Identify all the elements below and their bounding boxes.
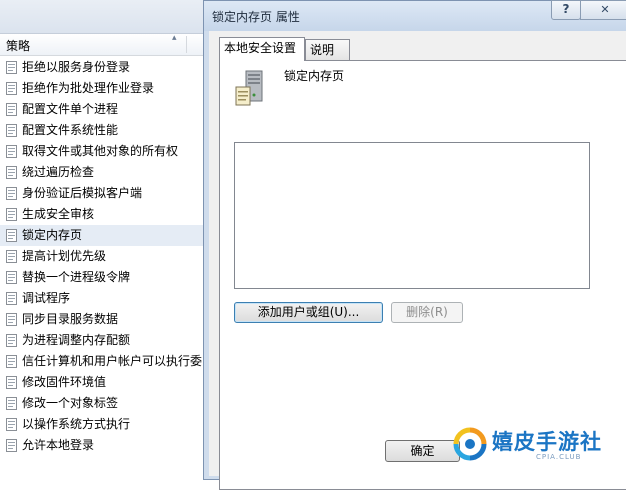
policy-label: 允许本地登录 — [22, 438, 95, 452]
policy-icon — [6, 292, 17, 305]
policy-label: 调试程序 — [22, 291, 71, 305]
policy-row[interactable]: 配置文件单个进程 — [0, 99, 206, 120]
tab-explain[interactable]: 说明 — [305, 39, 350, 61]
policy-icon — [6, 229, 17, 242]
policy-icon — [6, 313, 17, 326]
policy-label: 配置文件系统性能 — [22, 123, 119, 137]
policy-row[interactable]: 调试程序 — [0, 288, 206, 309]
policy-row[interactable]: 生成安全审核 — [0, 204, 206, 225]
properties-dialog: 锁定内存页 属性 ? ✕ 本地安全设置 说明 锁定内存页 添加用户或组(U)..… — [203, 0, 626, 490]
policy-icon — [6, 418, 17, 431]
policy-row[interactable]: 以操作系统方式执行 — [0, 414, 206, 435]
policy-list: 拒绝以服务身份登录拒绝作为批处理作业登录 配置文件单个进程 配置文件系统性能取得文件… — [0, 57, 206, 456]
policy-label: 信任计算机和用户帐户可以执行委 — [22, 354, 203, 368]
users-listbox[interactable] — [234, 142, 590, 289]
policy-row[interactable]: 配置文件系统性能 — [0, 120, 206, 141]
help-button[interactable]: ? — [551, 0, 581, 20]
column-divider[interactable] — [186, 36, 187, 53]
policy-label: 为进程调整内存配额 — [22, 333, 131, 347]
policy-icon — [6, 439, 17, 452]
add-user-or-group-button[interactable]: 添加用户或组(U)... — [234, 302, 383, 323]
policy-icon — [6, 397, 17, 410]
sort-ascending-icon: ▴ — [172, 33, 177, 43]
column-header-label: 策略 — [6, 39, 31, 53]
policy-row[interactable]: 取得文件或其他对象的所有权 — [0, 141, 206, 162]
policy-row[interactable]: 提高计划优先级 — [0, 246, 206, 267]
dialog-title: 锁定内存页 属性 — [212, 10, 300, 24]
close-button[interactable]: ✕ — [580, 0, 626, 20]
policy-icon — [6, 355, 17, 368]
gear-logo-icon — [453, 427, 487, 461]
policy-icon — [6, 334, 17, 347]
policy-row[interactable]: 同步目录服务数据 — [0, 309, 206, 330]
server-icon — [235, 70, 263, 106]
policy-icon — [6, 145, 17, 158]
policy-row[interactable]: 拒绝以服务身份登录 — [0, 57, 206, 78]
policy-label: 拒绝以服务身份登录 — [22, 60, 131, 74]
dialog-client-area: 本地安全设置 说明 锁定内存页 添加用户或组(U)... 删除(R) 确定 — [209, 31, 626, 490]
policy-row[interactable]: 修改固件环境值 — [0, 372, 206, 393]
policy-row[interactable]: 为进程调整内存配额 — [0, 330, 206, 351]
watermark-text: 嬉皮手游社 — [492, 430, 602, 454]
policy-list-pane: 策略 ▴ 拒绝以服务身份登录拒绝作为批处理作业登录 配置文件单个进程 配置文件系统性… — [0, 0, 206, 471]
policy-icon — [6, 103, 17, 116]
policy-label: 修改固件环境值 — [22, 375, 107, 389]
policy-label: 修改一个对象标签 — [22, 396, 119, 410]
policy-name-label: 锁定内存页 — [284, 69, 345, 83]
policy-icon — [6, 187, 17, 200]
policy-label: 锁定内存页 — [22, 228, 83, 242]
policy-icon — [6, 82, 17, 95]
policy-row[interactable]: 绕过遍历检查 — [0, 162, 206, 183]
policy-icon — [6, 208, 17, 221]
policy-row[interactable]: 信任计算机和用户帐户可以执行委 — [0, 351, 206, 372]
policy-icon — [6, 250, 17, 263]
policy-row[interactable]: 拒绝作为批处理作业登录 — [0, 78, 206, 99]
policy-label: 生成安全审核 — [22, 207, 95, 221]
policy-row[interactable]: 身份验证后模拟客户端 — [0, 183, 206, 204]
policy-label: 替换一个进程级令牌 — [22, 270, 131, 284]
policy-row[interactable]: 修改一个对象标签 — [0, 393, 206, 414]
policy-icon — [6, 124, 17, 137]
policy-label: 绕过遍历检查 — [22, 165, 95, 179]
policy-label: 以操作系统方式执行 — [22, 417, 131, 431]
policy-label: 提高计划优先级 — [22, 249, 107, 263]
policy-row[interactable]: 替换一个进程级令牌 — [0, 267, 206, 288]
column-header-policy[interactable]: 策略 ▴ — [0, 33, 206, 56]
policy-row[interactable]: 锁定内存页 — [0, 225, 206, 246]
policy-label: 取得文件或其他对象的所有权 — [22, 144, 179, 158]
policy-row[interactable]: 允许本地登录 — [0, 435, 206, 456]
policy-label: 配置文件单个进程 — [22, 102, 119, 116]
left-toolbar-strip — [0, 0, 206, 34]
watermark-subtext: CPIA.CLUB — [536, 453, 582, 461]
policy-icon — [6, 166, 17, 179]
policy-label: 同步目录服务数据 — [22, 312, 119, 326]
policy-icon — [6, 376, 17, 389]
watermark: 嬉皮手游社 CPIA.CLUB — [448, 420, 626, 471]
policy-icon — [6, 61, 17, 74]
tab-local-security-setting[interactable]: 本地安全设置 — [219, 37, 305, 61]
policy-label: 拒绝作为批处理作业登录 — [22, 81, 155, 95]
policy-icon — [6, 271, 17, 284]
policy-label: 身份验证后模拟客户端 — [22, 186, 143, 200]
remove-button[interactable]: 删除(R) — [391, 302, 463, 323]
